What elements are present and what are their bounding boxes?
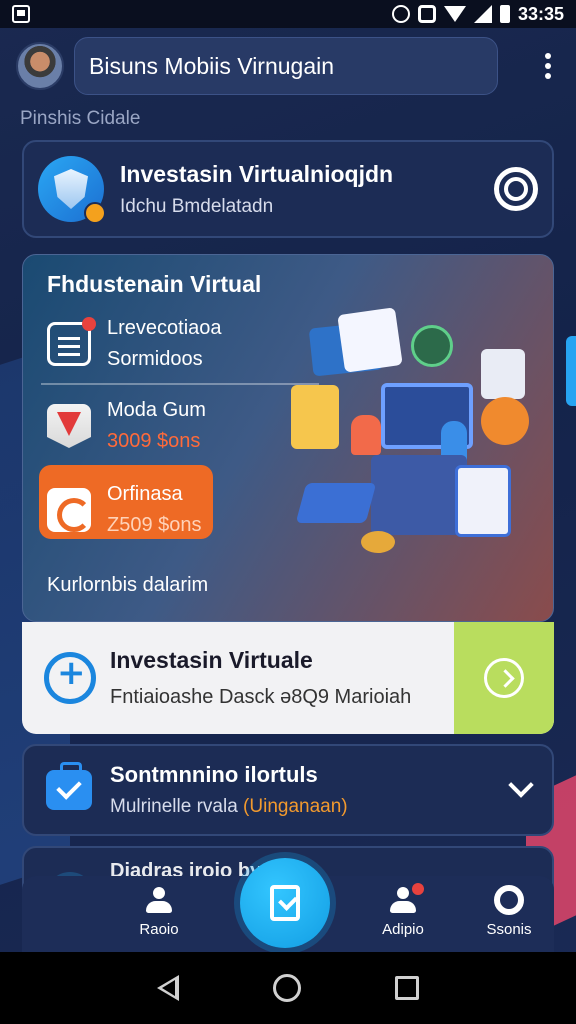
nav-label: Raoio (139, 921, 179, 938)
promo-illustration (291, 305, 541, 575)
nav-label: Ssonis (486, 921, 532, 938)
virtual-card-subtitle: Fntiaioashe Dasck ə8Q9 Marioiah (110, 686, 412, 708)
nav-item-settings[interactable]: Ssonis (464, 885, 554, 938)
settings-card-subtitle-text: Mulrinelle rvala (110, 796, 244, 817)
sync-icon (391, 5, 410, 23)
section-label: Pinshis Cidale (20, 108, 141, 129)
virtual-card-title: Investasin Virtuale (110, 647, 313, 673)
promo-banner[interactable]: Fhdustenain Virtual Lrevecotiaoa Sormido… (22, 254, 554, 622)
promo-item[interactable]: Lrevecotiaoa Sormidoos (47, 317, 222, 371)
status-bar: 33:35 (0, 0, 576, 28)
tablet-icon (455, 465, 511, 537)
promo-item-value: Sormidoos (107, 348, 203, 370)
settings-card-subtitle: Mulrinelle rvala (Uinganaan) (110, 796, 348, 818)
briefcase-icon (46, 762, 92, 810)
promo-footer: Kurlornbis dalarim (47, 574, 209, 596)
wifi-icon (443, 6, 466, 22)
nav-label: Adipio (382, 921, 424, 938)
floating-action-button[interactable] (240, 858, 330, 948)
person-notification-icon (390, 883, 424, 915)
orange-badge-icon (481, 397, 529, 445)
app-header: Bisuns Mobiis Virnugain (0, 36, 576, 96)
promo-item[interactable]: Moda Gum 3009 $ons (47, 399, 206, 453)
virtual-investment-card[interactable]: Investasin Virtuale Fntiaioashe Dasck ə8… (22, 622, 554, 734)
photo-card-icon (337, 307, 403, 373)
promo-item-value: 3009 $ons (107, 430, 201, 452)
more-menu-icon[interactable] (536, 51, 560, 81)
promo-item-title: Moda Gum (107, 399, 206, 421)
coin-icon (411, 325, 453, 367)
settings-card-subtitle-highlight: (Uinganaan) (243, 796, 348, 817)
promo-item[interactable]: Orfinasa Z509 $ons (47, 483, 202, 537)
badge-icon (84, 202, 106, 224)
side-tab-handle[interactable] (566, 336, 576, 406)
shield-icon (47, 404, 91, 448)
investment-card[interactable]: Investasin Virtualnioqjdn Idchu Bmdelata… (22, 140, 554, 238)
back-icon[interactable] (157, 975, 179, 1001)
stack-icon (295, 483, 377, 523)
home-icon[interactable] (273, 974, 301, 1002)
lifebuoy-icon[interactable] (494, 167, 538, 211)
add-circle-icon (44, 652, 96, 704)
person-icon (146, 887, 172, 915)
signal-icon (473, 5, 492, 23)
settings-icon (494, 885, 524, 915)
promo-item-value: Z509 $ons (107, 514, 202, 536)
settings-card-title: Sontmnnino ilortuls (110, 762, 318, 787)
status-icons: 33:35 (391, 3, 564, 25)
recent-apps-icon[interactable] (395, 976, 419, 1000)
edit-check-icon (270, 885, 300, 921)
avatar[interactable] (16, 42, 64, 90)
investment-card-subtitle: Idchu Bmdelatadn (120, 195, 274, 217)
nav-item-radio[interactable]: Raoio (114, 887, 204, 938)
vpn-icon (417, 5, 436, 23)
promo-item-title: Lrevecotiaoa (107, 317, 222, 339)
gallery-notification-icon (12, 5, 30, 23)
card-icon (481, 349, 525, 399)
investment-card-title: Investasin Virtualnioqjdn (120, 160, 394, 187)
promo-item-title: Orfinasa (107, 483, 183, 505)
go-button[interactable] (454, 622, 554, 734)
settings-card[interactable]: Sontmnnino ilortuls Mulrinelle rvala (Ui… (22, 744, 554, 836)
promo-title: Fhdustenain Virtual (47, 271, 262, 297)
shield-icon (38, 156, 106, 224)
document-icon (47, 317, 96, 366)
divider (41, 383, 319, 385)
document-stack-icon (291, 385, 339, 449)
system-navigation-bar (0, 952, 576, 1024)
person-icon (351, 415, 381, 455)
arrow-right-icon (484, 658, 524, 698)
nav-item-adipio[interactable]: Adipio (358, 883, 448, 938)
app-title: Bisuns Mobiis Virnugain (89, 52, 335, 79)
refresh-icon (47, 488, 91, 532)
battery-icon (499, 5, 510, 23)
coins-icon (361, 531, 395, 553)
app-title-bar[interactable]: Bisuns Mobiis Virnugain (74, 37, 498, 95)
chevron-down-icon[interactable] (508, 772, 534, 798)
status-time: 33:35 (517, 3, 564, 24)
server-box-icon (371, 455, 467, 535)
notification-dot (412, 883, 424, 895)
